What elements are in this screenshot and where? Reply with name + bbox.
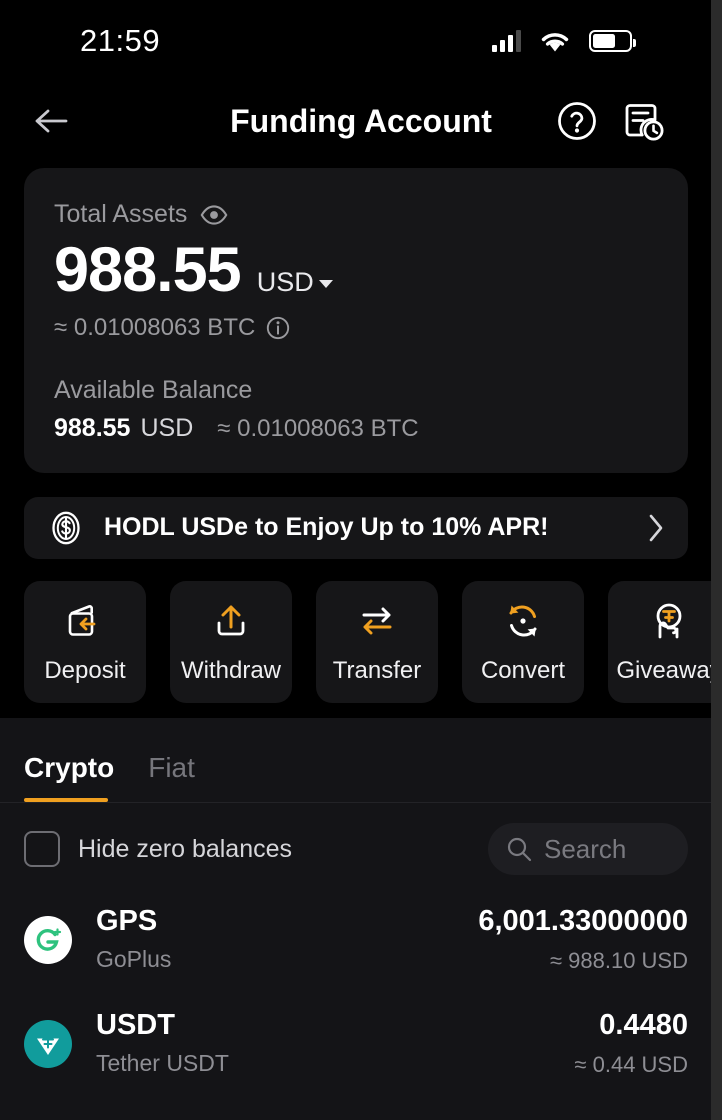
search-icon xyxy=(507,837,532,862)
info-icon[interactable] xyxy=(266,316,290,340)
available-balance-amount: 988.55 xyxy=(54,413,131,442)
asset-identity: GPS GoPlus xyxy=(96,903,171,977)
status-indicators xyxy=(492,30,678,53)
order-history-icon[interactable] xyxy=(622,99,666,143)
withdraw-upload-icon xyxy=(217,605,245,635)
chevron-right-icon xyxy=(649,514,663,541)
filter-row: Hide zero balances Search xyxy=(0,803,722,875)
asset-identity: USDT Tether USDT xyxy=(96,1007,229,1081)
asset-amount: 0.4480 xyxy=(599,1008,688,1041)
table-row[interactable]: USDT Tether USDT 0.4480 ≈ 0.44 USD xyxy=(24,1001,688,1087)
asset-usd-value: ≈ 0.44 USD xyxy=(574,1052,688,1078)
page-edge-strip xyxy=(711,0,722,1120)
action-transfer[interactable]: Transfer xyxy=(316,580,438,703)
asset-amount: 6,001.33000000 xyxy=(478,904,688,937)
dollar-coin-icon xyxy=(52,511,80,544)
gps-coin-icon xyxy=(24,916,72,964)
table-row[interactable]: GPS GoPlus 6,001.33000000 ≈ 988.10 USD xyxy=(24,897,688,983)
usdt-coin-icon xyxy=(24,1020,72,1068)
deposit-wallet-icon xyxy=(68,604,96,636)
promo-text: HODL USDe to Enjoy Up to 10% APR! xyxy=(104,513,549,542)
hide-zero-balances-label: Hide zero balances xyxy=(78,834,293,863)
promo-banner[interactable]: HODL USDe to Enjoy Up to 10% APR! xyxy=(24,496,688,559)
back-arrow-icon[interactable] xyxy=(28,98,74,144)
asset-values: 6,001.33000000 ≈ 988.10 USD xyxy=(478,903,688,977)
action-label: Giveaway xyxy=(616,656,722,684)
asset-values: 0.4480 ≈ 0.44 USD xyxy=(574,1007,688,1081)
help-circle-icon[interactable] xyxy=(556,100,598,142)
asset-name: Tether USDT xyxy=(96,1050,229,1077)
action-label: Convert xyxy=(480,656,566,684)
currency-label: USD xyxy=(256,267,314,297)
search-placeholder: Search xyxy=(544,833,627,864)
total-assets-label: Total Assets xyxy=(54,200,188,228)
convert-refresh-icon xyxy=(509,605,537,637)
action-label: Transfer xyxy=(332,656,422,684)
asset-usd-value: ≈ 988.10 USD xyxy=(549,948,688,974)
available-balance-btc: ≈ 0.01008063 BTC xyxy=(217,414,419,442)
status-time: 21:59 xyxy=(80,23,161,58)
asset-list: GPS GoPlus 6,001.33000000 ≈ 988.10 USD U… xyxy=(0,875,722,1087)
app-screen: 21:59 Funding Account Total Assets 988.5… xyxy=(0,0,722,1120)
quick-actions: Deposit Withdraw Transfer Convert Giveaw… xyxy=(24,580,722,703)
available-balance-unit: USD xyxy=(140,413,194,442)
action-deposit[interactable]: Deposit xyxy=(24,580,146,703)
giveaway-hand-token-icon xyxy=(656,603,682,638)
action-label: Withdraw xyxy=(180,656,282,684)
action-withdraw[interactable]: Withdraw xyxy=(170,580,292,703)
total-assets-amount-row: 988.55 USD xyxy=(54,235,658,306)
total-assets-label-row: Total Assets xyxy=(54,200,658,229)
holdings-panel: Crypto Fiat Hide zero balances Search GP… xyxy=(0,718,722,1120)
available-balance-label: Available Balance xyxy=(54,375,253,404)
total-assets-amount: 988.55 xyxy=(54,235,242,305)
asset-symbol: GPS xyxy=(96,905,158,938)
currency-selector[interactable]: USD xyxy=(257,267,333,298)
eye-icon[interactable] xyxy=(200,204,228,225)
nav-bar: Funding Account xyxy=(0,82,722,160)
asset-name: GoPlus xyxy=(96,946,172,973)
chevron-down-icon xyxy=(318,279,333,288)
nav-actions xyxy=(556,99,678,143)
asset-symbol: USDT xyxy=(96,1009,175,1042)
btc-equivalent: ≈ 0.01008063 BTC xyxy=(54,313,256,341)
total-assets-card: Total Assets 988.55 USD ≈ 0.01008063 BTC… xyxy=(24,168,688,473)
available-balance-row: 988.55 USD ≈ 0.01008063 BTC xyxy=(54,414,658,443)
tab-crypto[interactable]: Crypto xyxy=(24,752,114,802)
action-giveaway[interactable]: Giveaway xyxy=(608,580,722,703)
tab-fiat[interactable]: Fiat xyxy=(148,752,195,802)
wifi-icon xyxy=(541,32,569,51)
battery-icon xyxy=(589,30,636,52)
action-label: Deposit xyxy=(44,656,126,684)
signal-bars-icon xyxy=(492,30,521,52)
btc-equivalent-row: ≈ 0.01008063 BTC xyxy=(54,314,658,342)
hide-zero-balances-checkbox[interactable] xyxy=(24,831,60,867)
status-bar: 21:59 xyxy=(0,0,722,82)
action-convert[interactable]: Convert xyxy=(462,580,584,703)
transfer-arrows-icon xyxy=(362,607,392,635)
asset-type-tabs: Crypto Fiat xyxy=(0,718,722,802)
search-field[interactable]: Search xyxy=(488,823,688,875)
